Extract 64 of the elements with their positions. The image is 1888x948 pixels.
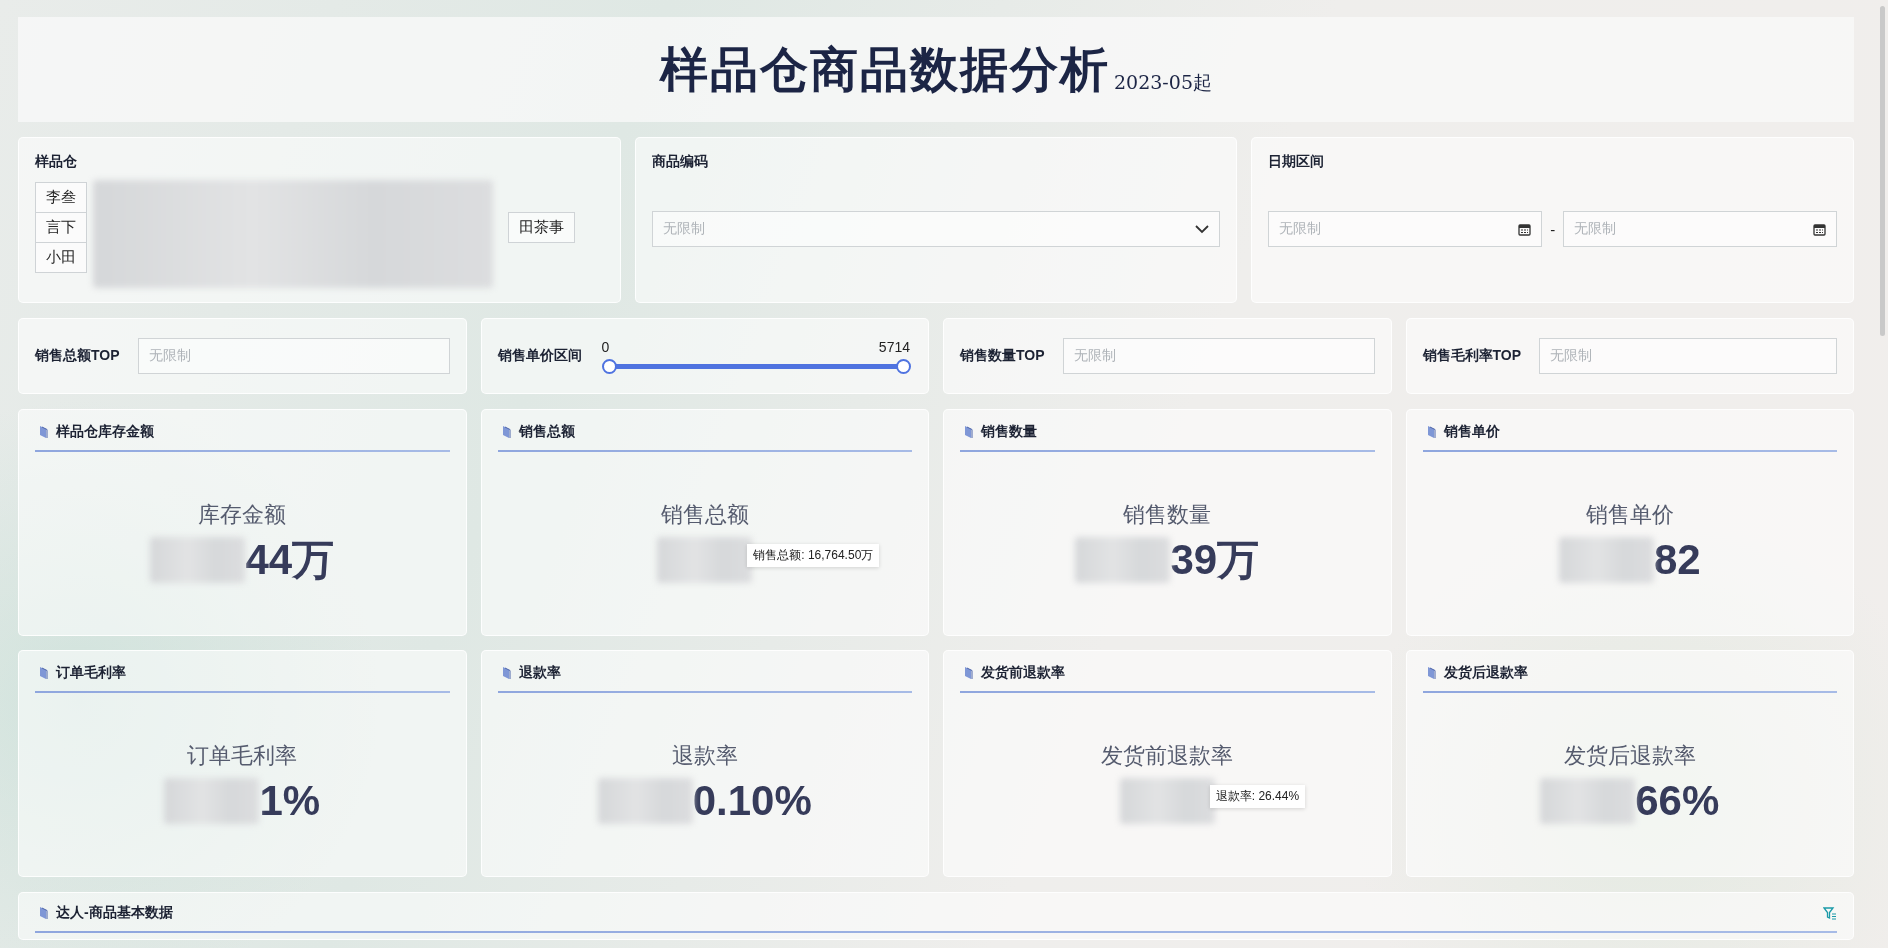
dashboard-subtitle: 2023-05起 <box>1114 70 1212 95</box>
condition-label: 销售毛利率TOP <box>1422 347 1522 365</box>
metric-label: 退款率 <box>671 741 738 770</box>
metric-value: 82 <box>1653 535 1701 584</box>
filter-label: 日期区间 <box>1268 153 1325 169</box>
warehouse-tag[interactable]: 李叁 <box>35 182 87 213</box>
condition-label: 销售数量TOP <box>960 347 1045 365</box>
filter-icon[interactable] <box>1823 906 1837 920</box>
bookmark-icon <box>39 425 48 439</box>
section-title: 达人-商品基本数据 <box>56 904 173 922</box>
bookmark-icon <box>39 666 48 680</box>
range-separator: - <box>1550 220 1556 238</box>
dashboard-title: 样品仓商品数据分析 <box>660 39 1110 99</box>
metric-label: 销售单价 <box>1585 500 1674 529</box>
slider-max-value: 5714 <box>878 338 910 355</box>
condition-label: 销售单价区间 <box>497 347 582 365</box>
metric-label: 发货后退款率 <box>1563 741 1696 770</box>
slider-min-value: 0 <box>601 338 610 355</box>
metric-value: 0.10% <box>692 776 812 825</box>
scrollbar[interactable] <box>1880 6 1885 336</box>
input-field[interactable]: 无限制 <box>137 338 450 374</box>
card-title: 发货后退款率 <box>1443 664 1528 682</box>
metric-label: 订单毛利率 <box>187 741 298 770</box>
bookmark-icon <box>39 906 48 920</box>
condition-label: 销售总额TOP <box>35 347 120 365</box>
filter-label: 样品仓 <box>35 153 77 169</box>
card-title: 退款率 <box>518 664 561 682</box>
date-field[interactable]: 无限制 <box>1563 211 1837 247</box>
metric-value: 39万 <box>1170 534 1260 585</box>
warehouse-tag[interactable]: 田茶事 <box>508 212 575 243</box>
bookmark-icon <box>501 425 511 439</box>
input-field[interactable]: 无限制 <box>1539 338 1837 374</box>
card-title: 订单毛利率 <box>56 664 126 682</box>
metric-label: 库存金额 <box>198 500 287 529</box>
bookmark-icon <box>1426 425 1436 439</box>
calendar-icon <box>1518 222 1532 236</box>
metric-label: 销售数量 <box>1123 500 1212 529</box>
metric-value: 44万 <box>245 534 335 585</box>
bookmark-icon <box>501 666 511 680</box>
metric-value: 66% <box>1635 776 1720 825</box>
date-field[interactable]: 无限制 <box>1268 211 1543 247</box>
bookmark-icon <box>1426 666 1436 680</box>
calendar-icon <box>1813 222 1826 236</box>
warehouse-tag[interactable]: 言下 <box>35 212 87 243</box>
metric-label: 销售总额 <box>660 500 749 529</box>
bookmark-icon <box>964 425 973 439</box>
tooltip: 退款率: 26.44% <box>1209 784 1306 808</box>
card-title: 销售总额 <box>518 423 575 441</box>
metric-value: 1% <box>259 776 321 825</box>
warehouse-tag[interactable]: 小田 <box>35 242 87 273</box>
slider-handle[interactable] <box>601 358 617 374</box>
select-field[interactable]: 无限制 <box>651 211 1221 247</box>
card-title: 销售数量 <box>981 423 1037 441</box>
bookmark-icon <box>964 666 973 680</box>
filter-label: 商品编码 <box>651 153 708 169</box>
card-title: 样品仓库存金额 <box>56 423 154 441</box>
input-field[interactable]: 无限制 <box>1062 338 1375 374</box>
range-slider[interactable] <box>601 358 910 374</box>
tooltip: 销售总额: 16,764.50万 <box>747 543 880 567</box>
card-title: 销售单价 <box>1443 423 1500 441</box>
slider-handle[interactable] <box>896 358 911 374</box>
metric-label: 发货前退款率 <box>1101 741 1234 770</box>
chevron-down-icon <box>1195 224 1210 234</box>
card-title: 发货前退款率 <box>981 664 1065 682</box>
